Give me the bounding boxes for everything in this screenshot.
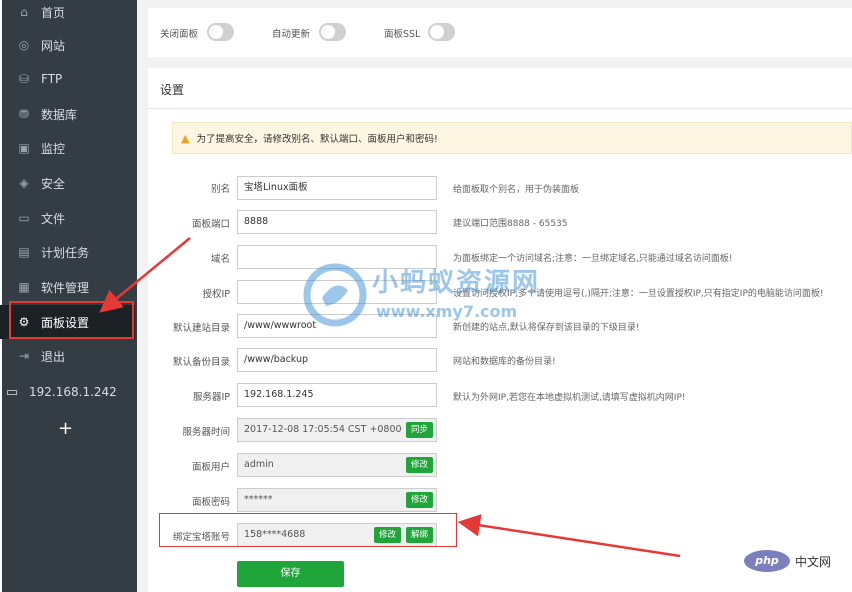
php-logo-text: 中文网: [795, 554, 832, 569]
sidebar-item-label: 安全: [41, 176, 66, 191]
auto-update-label: 自动更新: [272, 29, 311, 40]
server-ip-field-label: 服务器IP: [192, 392, 230, 403]
add-server-button[interactable]: +: [58, 418, 73, 439]
logout-icon: ⇥: [18, 349, 30, 363]
php-cn-logo: php 中文网: [744, 550, 831, 572]
grid-icon: ▦: [18, 280, 30, 294]
sidebar-item-8[interactable]: ▦ 软件管理: [0, 270, 135, 304]
sidebar-item-label: 数据库: [41, 107, 78, 122]
sidebar-item-7[interactable]: ▤ 计划任务: [0, 235, 135, 269]
shield-icon: ◈: [19, 176, 29, 190]
sidebar-item-0[interactable]: ⌂ 首页: [0, 0, 135, 29]
backup-dir-hint: 网站和数据库的备份目录!: [453, 357, 556, 367]
sync-time-button[interactable]: 同步: [406, 422, 433, 438]
sidebar-item-1[interactable]: ◎ 网站: [0, 28, 135, 62]
watermark-logo-icon: [303, 263, 367, 327]
annotation-highlight-account: [159, 513, 457, 547]
watermark-title: 小蚂蚁资源网: [372, 268, 541, 298]
sidebar-item-2[interactable]: ⛁ FTP: [0, 62, 135, 96]
sidebar-item-label: 监控: [41, 141, 66, 156]
server-ip-input[interactable]: 192.168.1.245: [237, 383, 437, 407]
annotation-highlight-sidebar: [9, 301, 134, 339]
php-logo-icon: php: [744, 550, 790, 572]
edit-user-button[interactable]: 修改: [406, 457, 433, 473]
database-icon: ⛃: [18, 107, 30, 121]
sidebar-item-5[interactable]: ◈ 安全: [0, 166, 135, 200]
server-ip-item[interactable]: ▭ 192.168.1.242: [4, 382, 117, 402]
toggle-bar: [148, 8, 852, 57]
alias-hint: 给面板取个别名，用于伪装面板: [453, 185, 580, 195]
warning-text: 为了提高安全，请修改别名、默认端口、面板用户和密码!: [196, 134, 438, 145]
monitor-icon: ▣: [18, 141, 30, 155]
ftp-icon: ⛁: [18, 72, 30, 86]
warning-icon: ▲: [181, 131, 190, 145]
save-button[interactable]: 保存: [237, 561, 344, 587]
panel-ssl-switch[interactable]: [428, 23, 455, 41]
globe-icon: ◎: [18, 38, 30, 52]
sidebar-item-label: FTP: [41, 72, 63, 86]
edit-password-button[interactable]: 修改: [406, 492, 433, 508]
backup-dir-label: 默认备份目录: [172, 357, 230, 368]
sidebar-item-label: 首页: [41, 5, 66, 20]
server-ip-hint: 默认为外网IP,若您在本地虚拟机测试,请填写虚拟机内网IP!: [453, 393, 686, 403]
sidebar-item-4[interactable]: ▣ 监控: [0, 131, 135, 165]
calendar-icon: ▤: [18, 245, 30, 259]
port-label: 面板端口: [191, 219, 230, 230]
watermark-url: www.xmy7.com: [376, 302, 518, 321]
backup-dir-input[interactable]: /www/backup: [237, 348, 437, 372]
port-input[interactable]: 8888: [237, 210, 437, 234]
settings-title: 设置: [160, 83, 185, 97]
sidebar-item-label: 退出: [41, 349, 66, 364]
security-warning: ▲ 为了提高安全，请修改别名、默认端口、面板用户和密码!: [172, 122, 852, 154]
sidebar-item-label: 软件管理: [41, 280, 90, 295]
auto-update-switch[interactable]: [319, 23, 346, 41]
sidebar-item-10[interactable]: ⇥ 退出: [0, 339, 135, 373]
home-icon: ⌂: [20, 5, 28, 19]
sidebar-item-label: 文件: [41, 211, 66, 226]
server-time-label: 服务器时间: [182, 427, 230, 438]
port-hint: 建议端口范围8888 - 65535: [453, 219, 568, 229]
divider: [148, 108, 852, 109]
watermark: 小蚂蚁资源网 www.xmy7.com: [300, 260, 600, 330]
close-panel-switch[interactable]: [207, 23, 234, 41]
sidebar-item-6[interactable]: ▭ 文件: [0, 201, 135, 235]
panel-ssl-label: 面板SSL: [384, 29, 421, 40]
domain-label: 域名: [210, 254, 230, 265]
alias-label: 别名: [210, 184, 230, 195]
server-ip-label: 192.168.1.242: [29, 385, 117, 399]
sidebar-item-label: 计划任务: [41, 245, 90, 260]
panel-user-label: 面板用户: [191, 462, 230, 473]
alias-input[interactable]: 宝塔Linux面板: [237, 176, 437, 200]
panel-pass-label: 面板密码: [191, 497, 230, 508]
sidebar-item-label: 网站: [41, 38, 66, 53]
sidebar-item-3[interactable]: ⛃ 数据库: [0, 97, 135, 131]
computer-icon: ▭: [5, 384, 19, 400]
folder-icon: ▭: [18, 211, 30, 225]
close-panel-label: 关闭面板: [160, 29, 199, 40]
auth-ip-label: 授权IP: [202, 289, 230, 300]
site-dir-label: 默认建站目录: [172, 323, 230, 334]
